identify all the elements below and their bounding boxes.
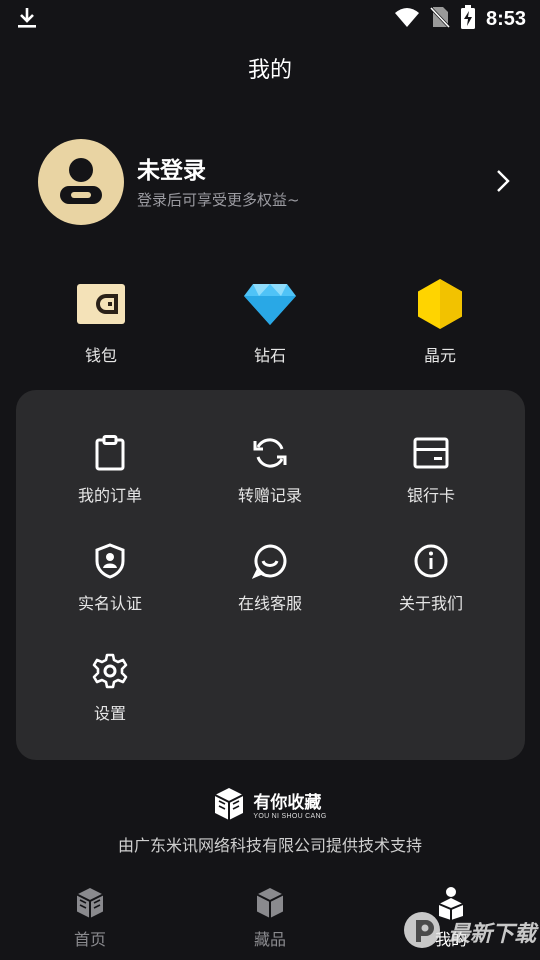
wifi-icon bbox=[394, 6, 420, 32]
wallet-item-diamond[interactable]: 钻石 bbox=[210, 278, 330, 366]
brand-cube-icon bbox=[213, 787, 245, 825]
wallet-item-wallet[interactable]: 钱包 bbox=[41, 278, 161, 366]
bank-card-icon bbox=[371, 434, 491, 472]
nav-tab-collection[interactable]: 藏品 bbox=[215, 884, 325, 950]
download-icon bbox=[16, 6, 38, 34]
clipboard-icon bbox=[50, 434, 170, 472]
nav-label-home: 首页 bbox=[73, 930, 106, 949]
menu-label-customer-service: 在线客服 bbox=[237, 594, 302, 613]
profile-name: 未登录 bbox=[137, 158, 206, 184]
menu-label-bank-card: 银行卡 bbox=[406, 486, 455, 505]
menu-label-orders: 我的订单 bbox=[77, 486, 142, 505]
brand-name: 有你收藏 bbox=[253, 792, 322, 813]
no-sim-icon bbox=[429, 5, 451, 33]
profile-subtitle: 登录后可享受更多权益~ bbox=[137, 191, 300, 209]
nav-tab-home[interactable]: 首页 bbox=[35, 884, 145, 950]
jingyuan-label: 晶元 bbox=[423, 346, 456, 365]
avatar-person-icon bbox=[60, 158, 102, 204]
refresh-icon bbox=[210, 434, 330, 472]
brand-subtitle: YOU NI SHOU CANG bbox=[253, 812, 327, 820]
page-title: 我的 bbox=[247, 58, 292, 83]
menu-item-bank-card[interactable]: 银行卡 bbox=[371, 434, 491, 506]
settings-gear-icon bbox=[50, 652, 170, 690]
watermark-logo-icon bbox=[402, 910, 442, 954]
menu-item-customer-service[interactable]: 在线客服 bbox=[210, 542, 330, 614]
menu-item-orders[interactable]: 我的订单 bbox=[50, 434, 170, 506]
chat-smile-icon bbox=[210, 542, 330, 580]
box-icon bbox=[215, 884, 325, 922]
brand-logo: 有你收藏 YOU NI SHOU CANG bbox=[0, 788, 540, 824]
watermark-text: 最新下载 bbox=[447, 922, 536, 947]
id-shield-icon bbox=[50, 542, 170, 580]
home-cube-icon bbox=[35, 884, 145, 922]
status-bar: 8:53 bbox=[0, 0, 540, 36]
wallet-item-jingyuan[interactable]: 晶元 bbox=[380, 278, 500, 366]
diamond-label: 钻石 bbox=[253, 346, 286, 365]
battery-charging-icon bbox=[460, 5, 476, 33]
menu-label-about-us: 关于我们 bbox=[398, 594, 463, 613]
chevron-right-icon[interactable] bbox=[496, 169, 510, 197]
support-text: 由广东米讯网络科技有限公司提供技术支持 bbox=[117, 836, 422, 855]
diamond-icon bbox=[210, 278, 330, 330]
menu-label-real-name: 实名认证 bbox=[77, 594, 142, 613]
wallet-row: 钱包 钻石 晶元 bbox=[0, 278, 540, 368]
nav-label-collection: 藏品 bbox=[253, 930, 286, 949]
hexagon-coin-icon bbox=[380, 278, 500, 330]
menu-item-settings[interactable]: 设置 bbox=[50, 652, 170, 724]
wallet-icon bbox=[41, 278, 161, 330]
menu-item-about-us[interactable]: 关于我们 bbox=[371, 542, 491, 614]
watermark: 最新下载 bbox=[402, 910, 536, 954]
info-icon bbox=[371, 542, 491, 580]
wallet-label: 钱包 bbox=[84, 346, 117, 365]
menu-label-transfer-records: 转赠记录 bbox=[237, 486, 302, 505]
menu-item-real-name[interactable]: 实名认证 bbox=[50, 542, 170, 614]
avatar[interactable] bbox=[38, 139, 124, 225]
menu-label-settings: 设置 bbox=[93, 704, 126, 723]
menu-item-transfer-records[interactable]: 转赠记录 bbox=[210, 434, 330, 506]
status-time: 8:53 bbox=[485, 7, 526, 30]
profile-login-row[interactable]: 未登录 登录后可享受更多权益~ bbox=[38, 139, 518, 225]
menu-card: 我的订单 转赠记录 银行卡 实名认证 在线客服 关于我们 设置 bbox=[16, 390, 525, 760]
